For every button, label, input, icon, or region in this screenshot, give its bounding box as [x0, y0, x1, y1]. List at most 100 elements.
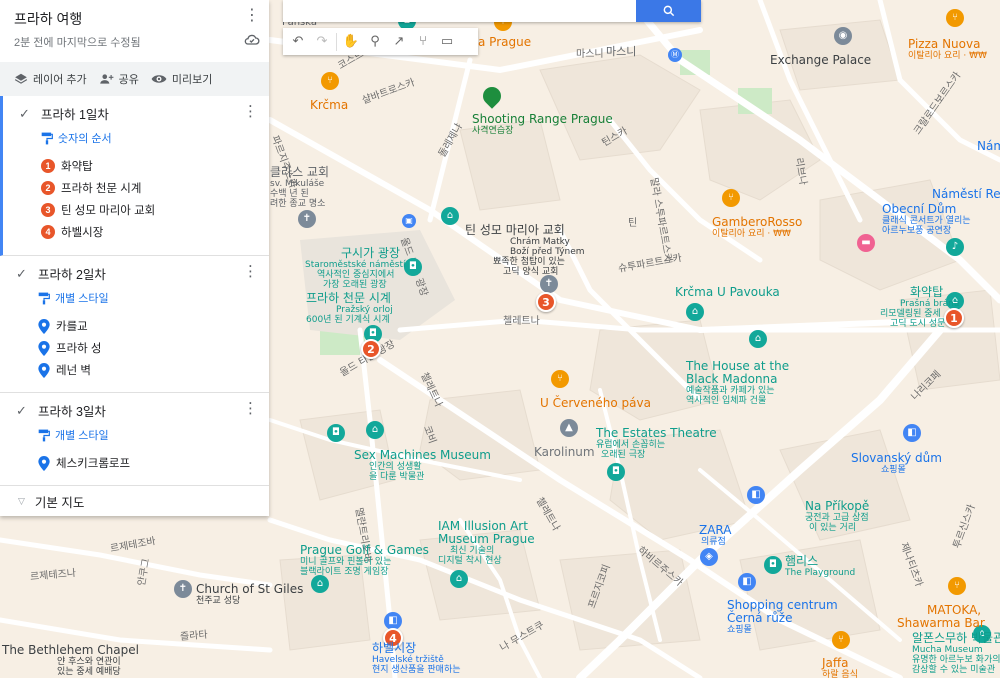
list-item[interactable]: 레넌 벽 [38, 362, 91, 378]
layer-style-label: 개별 스타일 [55, 293, 109, 305]
museum-icon[interactable]: ⌂ [450, 570, 468, 588]
paint-roller-icon [38, 429, 50, 441]
map-toolbar: ↶ ↷ ✋ ⚲ ↗ ⑂ ▭ [283, 28, 478, 55]
church-icon[interactable]: ✝ [298, 210, 316, 228]
street-label: 즐라타 [179, 629, 209, 643]
landmark-icon[interactable]: ⌂ [686, 303, 704, 321]
shopping-icon[interactable]: ◧ [738, 573, 756, 591]
music-icon[interactable]: ♪ [946, 238, 964, 256]
place-label-gambero: GamberoRosso 이탈리아 요리 · ₩₩ [712, 215, 803, 240]
more-options-icon[interactable]: ⋮ [244, 6, 260, 26]
list-item[interactable]: 4 하벨시장 [41, 224, 103, 240]
place-label-jaffa: Jaffa 하랄 음식 [822, 656, 858, 678]
layer-options-icon[interactable]: ⋮ [243, 102, 258, 120]
office-icon[interactable]: ◉ [834, 27, 852, 45]
base-map-toggle[interactable]: ▽ 기본 지도 [0, 486, 269, 516]
map-pin-3[interactable]: 3 [536, 292, 556, 312]
list-item[interactable]: 2 프라하 천문 시계 [41, 180, 141, 196]
item-label: 체스키크롬로프 [56, 458, 131, 470]
search-button[interactable] [636, 0, 701, 22]
place-label-slovansky: Slovanský dům 쇼핑몰 [851, 451, 942, 476]
church-icon[interactable]: ✝ [174, 580, 192, 598]
list-item[interactable]: 1 화약탑 [41, 158, 93, 174]
chevron-down-icon[interactable]: ▽ [18, 496, 25, 507]
place-label: Krčma U Pavouka [675, 285, 780, 299]
measure-ruler-icon[interactable]: ▭ [435, 30, 459, 54]
item-label: 화약탑 [61, 161, 93, 173]
clothing-icon[interactable]: ◈ [700, 548, 718, 566]
place-label-klaus: 클라스 교회 sv. Mikuláše 수백 년 된 려한 종교 명소 [270, 165, 330, 210]
item-label: 카를교 [56, 321, 88, 333]
layer-day-2[interactable]: ✓ 프라하 2일차 ⋮ 개별 스타일 카를교 프라하 성 레넌 벽 [0, 256, 269, 393]
games-icon[interactable]: ⌂ [311, 575, 329, 593]
checkbox-checked-icon[interactable]: ✓ [16, 403, 30, 418]
layer-style-button[interactable]: 개별 스타일 [38, 427, 109, 443]
place-label-bethlehem: The Bethlehem Chapel 얀 후스와 연관이 있는 중세 예배당 [2, 643, 139, 678]
blue-pin-icon [38, 318, 50, 334]
toy-store-icon[interactable]: ◘ [764, 556, 782, 574]
paint-roller-icon [38, 292, 50, 304]
item-label: 프라하 천문 시계 [61, 183, 142, 195]
list-item[interactable]: 체스키크롬로프 [38, 455, 130, 471]
item-label: 틴 성모 마리아 교회 [61, 205, 156, 217]
map-title[interactable]: 프라하 여행 [14, 9, 82, 29]
place-label-iam: IAM Illusion Art Museum Prague 최신 기술의 디지털 착… [438, 519, 535, 567]
shopping-icon[interactable]: ◧ [903, 424, 921, 442]
layer-name[interactable]: 프라하 3일차 [38, 401, 106, 420]
draw-line-icon[interactable]: ↗ [387, 30, 411, 54]
place-label-madonna: The House at the Black Madonna 예술작품과 카페가 있… [686, 359, 790, 407]
map-search-bar[interactable] [283, 0, 701, 22]
place-label-golf: Prague Golf & Games 미니 골프와 핀볼이 있는 블랙라이트 조명… [300, 543, 429, 578]
landmark-icon[interactable]: ⌂ [749, 330, 767, 348]
restaurant-icon[interactable]: ⑂ [948, 577, 966, 595]
restaurant-icon[interactable]: ⑂ [722, 189, 740, 207]
museum-icon[interactable]: ⌂ [366, 421, 384, 439]
layer-day-3[interactable]: ✓ 프라하 3일차 ⋮ 개별 스타일 체스키크롬로프 [0, 393, 269, 486]
map-pin-2[interactable]: 2 [361, 339, 381, 359]
layer-name[interactable]: 프라하 2일차 [38, 264, 106, 283]
layer-options-icon[interactable]: ⋮ [243, 399, 258, 417]
add-marker-icon[interactable]: ⚲ [363, 30, 387, 54]
item-label: 프라하 성 [56, 343, 102, 355]
list-item[interactable]: 3 틴 성모 마리아 교회 [41, 202, 155, 218]
add-layer-label: 레이어 추가 [33, 74, 87, 86]
camera-icon[interactable]: ◘ [404, 258, 422, 276]
eye-icon [151, 75, 167, 83]
list-item[interactable]: 카를교 [38, 318, 88, 334]
preview-button[interactable]: 미리보기 [151, 71, 212, 87]
item-label: 하벨시장 [61, 227, 104, 239]
place-label-playground: 햄리스 The Playground [785, 554, 856, 579]
list-item[interactable]: 프라하 성 [38, 340, 102, 356]
landmark-icon[interactable]: ⌂ [441, 207, 459, 225]
shopping-icon[interactable]: ◧ [747, 486, 765, 504]
metro-icon[interactable]: Ⓜ [668, 48, 682, 62]
layer-style-button[interactable]: 개별 스타일 [38, 290, 109, 306]
university-icon[interactable]: ▲ [560, 419, 578, 437]
layer-style-button[interactable]: 숫자의 순서 [41, 130, 112, 146]
restaurant-icon[interactable]: ⑂ [946, 9, 964, 27]
hotel-icon[interactable]: ▬ [857, 234, 875, 252]
checkbox-checked-icon[interactable]: ✓ [19, 106, 33, 121]
place-label: Nám [977, 139, 1000, 153]
checkbox-checked-icon[interactable]: ✓ [16, 266, 30, 281]
church-icon[interactable]: ✝ [540, 275, 558, 293]
layer-day-1[interactable]: ✓ 프라하 1일차 ⋮ 숫자의 순서 1 화약탑 2 프라하 천문 시계 3 틴 성모… [0, 96, 269, 256]
add-layer-button[interactable]: 레이어 추가 [14, 71, 87, 87]
place-label-zara: ZARA 의류점 [699, 523, 732, 548]
layer-options-icon[interactable]: ⋮ [243, 262, 258, 280]
bus-icon[interactable]: ▣ [402, 214, 416, 228]
undo-icon[interactable]: ↶ [286, 30, 310, 54]
hand-pan-icon[interactable]: ✋ [339, 30, 363, 54]
camera-icon[interactable]: ◘ [607, 463, 625, 481]
cloud-saved-icon [244, 32, 260, 48]
restaurant-icon[interactable]: ⑂ [551, 370, 569, 388]
redo-icon[interactable]: ↷ [310, 30, 334, 54]
place-label-estates: The Estates Theatre 유럽에서 손꼽히는 오래된 극장 [596, 426, 717, 461]
layer-name[interactable]: 프라하 1일차 [41, 104, 109, 123]
restaurant-icon[interactable]: ⑂ [321, 72, 339, 90]
camera-icon[interactable]: ◘ [327, 424, 345, 442]
street-label: 첼레트나 [503, 316, 540, 327]
place-label-shooting: Shooting Range Prague 사격연습장 [472, 112, 613, 137]
share-button[interactable]: 공유 [99, 71, 139, 87]
directions-icon[interactable]: ⑂ [411, 30, 435, 54]
